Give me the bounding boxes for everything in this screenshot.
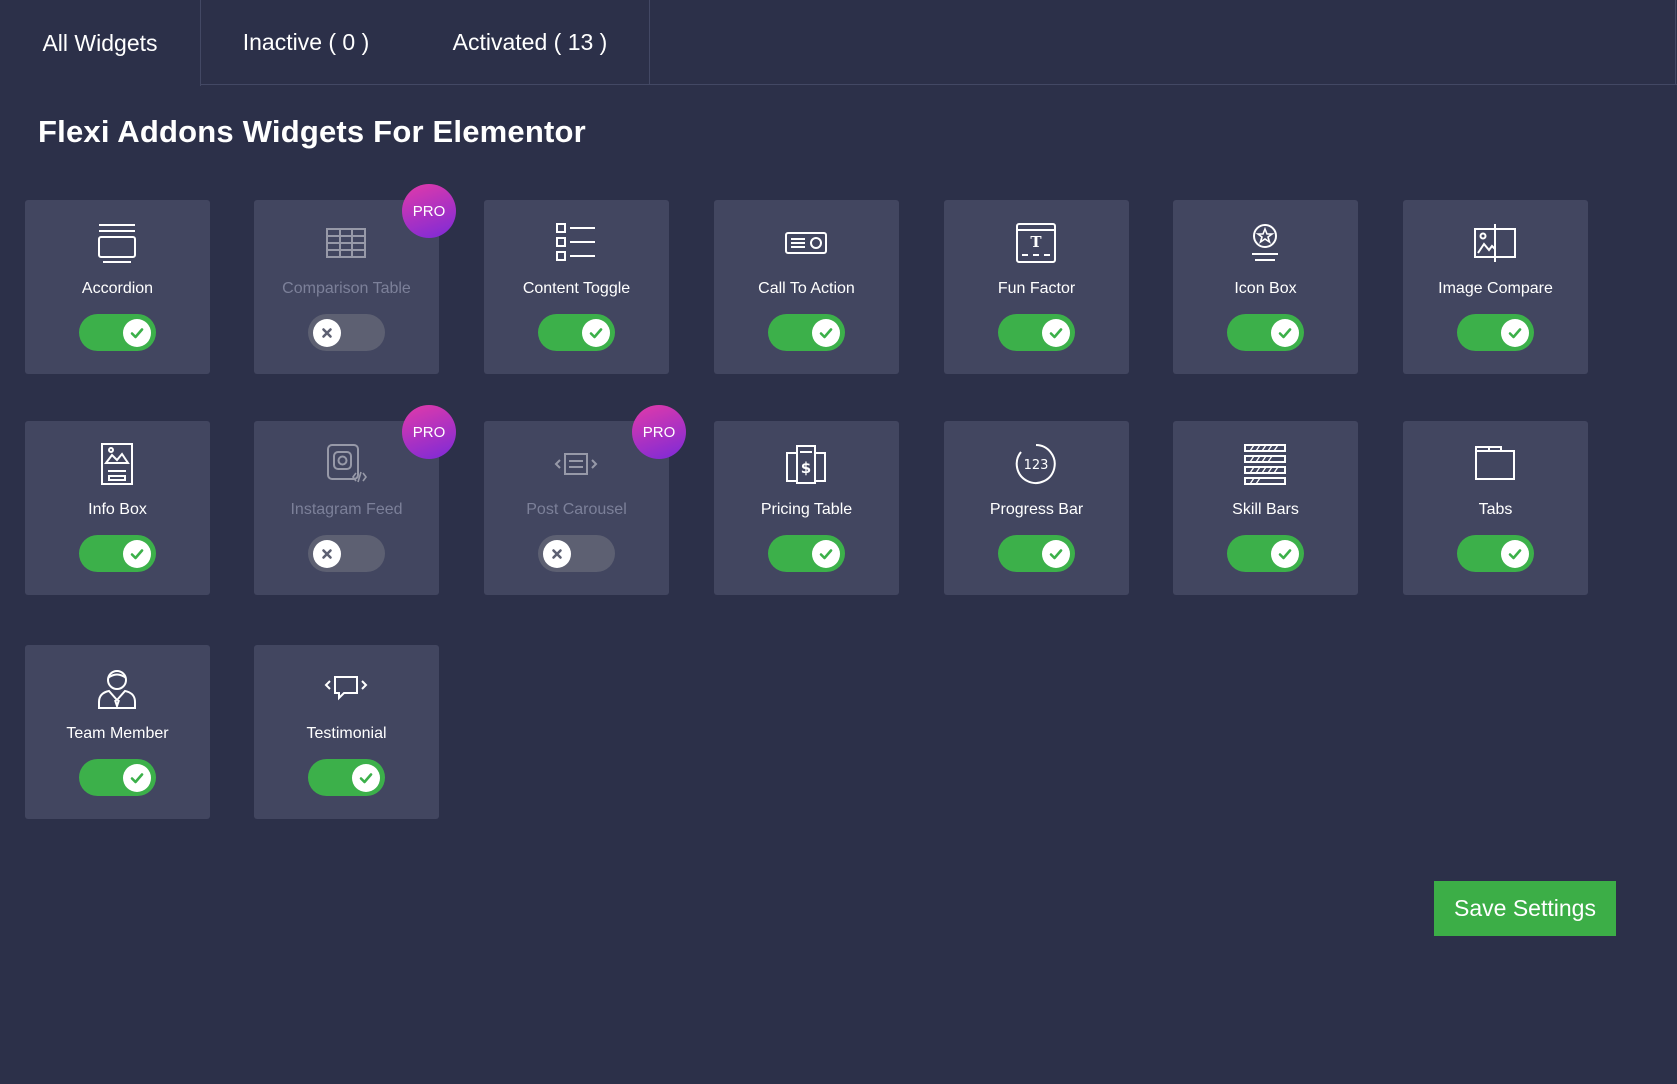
check-icon [130, 549, 144, 560]
pro-badge: PRO [632, 405, 686, 459]
widget-toggle[interactable] [308, 535, 385, 572]
widget-card-skill-bars: Skill Bars [1173, 421, 1358, 595]
x-icon [552, 549, 562, 559]
widget-card-accordion: Accordion [25, 200, 210, 374]
page-title: Flexi Addons Widgets For Elementor [38, 114, 586, 149]
tab-bar-edge [1675, 0, 1676, 85]
widget-label: Testimonial [306, 725, 387, 742]
check-icon [1049, 328, 1063, 339]
check-icon [1278, 328, 1292, 339]
widget-label: Content Toggle [522, 280, 631, 297]
info-box-icon [92, 441, 142, 487]
widget-toggle[interactable] [538, 314, 615, 351]
widget-label: Fun Factor [997, 280, 1076, 297]
widget-label: Accordion [81, 280, 154, 297]
pricing-table-icon: $ [781, 441, 831, 487]
widget-card-call-to-action: Call To Action [714, 200, 899, 374]
widget-card-tabs: Tabs [1403, 421, 1588, 595]
svg-text:T: T [1030, 233, 1042, 251]
instagram-feed-icon [321, 441, 371, 487]
icon-box-icon [1240, 220, 1290, 266]
check-icon [1049, 549, 1063, 560]
testimonial-icon [321, 665, 371, 711]
list-toggle-icon [551, 220, 601, 266]
tab-bar-filler [649, 0, 1677, 85]
pro-badge: PRO [402, 184, 456, 238]
widget-label: Call To Action [758, 280, 855, 297]
check-icon [130, 328, 144, 339]
widget-toggle[interactable] [79, 759, 156, 796]
accordion-icon [92, 220, 142, 266]
widget-card-content-toggle: Content Toggle [484, 200, 669, 374]
widget-label: Progress Bar [989, 501, 1084, 518]
svg-text:123: 123 [1024, 458, 1049, 473]
image-compare-icon [1470, 220, 1520, 266]
tabs-icon [1470, 441, 1520, 487]
widget-toggle[interactable] [768, 535, 845, 572]
table-icon [321, 220, 371, 266]
widget-label: Tabs [1478, 501, 1513, 518]
tab-inactive[interactable]: Inactive ( 0 ) [201, 0, 411, 85]
widget-card-icon-box: Icon Box [1173, 200, 1358, 374]
tab-all-widgets[interactable]: All Widgets [0, 0, 201, 86]
widget-label: Icon Box [1234, 280, 1297, 297]
call-to-action-icon [781, 220, 831, 266]
team-member-icon [92, 665, 142, 711]
check-icon [359, 773, 373, 784]
widget-card-pricing-table: $ Pricing Table [714, 421, 899, 595]
widget-label: Team Member [66, 725, 169, 742]
widget-label: Pricing Table [760, 501, 853, 518]
tab-bar: All Widgets Inactive ( 0 ) Activated ( 1… [0, 0, 1677, 86]
widget-toggle[interactable] [998, 535, 1075, 572]
widget-label: Info Box [88, 501, 147, 518]
save-settings-button[interactable]: Save Settings [1434, 881, 1616, 936]
widget-card-progress-bar: 123 Progress Bar [944, 421, 1129, 595]
svg-text:$: $ [801, 459, 811, 477]
progress-bar-icon: 123 [1011, 441, 1061, 487]
widget-label: Post Carousel [526, 501, 627, 518]
check-icon [819, 549, 833, 560]
widget-label: Instagram Feed [290, 501, 403, 518]
widget-toggle[interactable] [79, 535, 156, 572]
skill-bars-icon [1240, 441, 1290, 487]
widget-toggle[interactable] [308, 759, 385, 796]
check-icon [589, 328, 603, 339]
widget-card-team-member: Team Member [25, 645, 210, 819]
widget-label: Image Compare [1438, 280, 1553, 297]
widget-card-info-box: Info Box [25, 421, 210, 595]
widget-card-fun-factor: T Fun Factor [944, 200, 1129, 374]
widget-card-testimonial: Testimonial [254, 645, 439, 819]
widget-label: Comparison Table [282, 280, 411, 297]
widget-toggle[interactable] [1227, 535, 1304, 572]
check-icon [1278, 549, 1292, 560]
check-icon [1508, 328, 1522, 339]
x-icon [322, 328, 332, 338]
widget-toggle[interactable] [1457, 314, 1534, 351]
widget-card-image-compare: Image Compare [1403, 200, 1588, 374]
widget-toggle[interactable] [1457, 535, 1534, 572]
pro-badge: PRO [402, 405, 456, 459]
widget-toggle[interactable] [1227, 314, 1304, 351]
check-icon [130, 773, 144, 784]
post-carousel-icon [551, 441, 601, 487]
widget-toggle[interactable] [308, 314, 385, 351]
x-icon [322, 549, 332, 559]
widget-toggle[interactable] [79, 314, 156, 351]
check-icon [1508, 549, 1522, 560]
widget-label: Skill Bars [1232, 501, 1299, 518]
tab-activated[interactable]: Activated ( 13 ) [411, 0, 649, 85]
widget-toggle[interactable] [538, 535, 615, 572]
widget-toggle[interactable] [768, 314, 845, 351]
check-icon [819, 328, 833, 339]
widget-toggle[interactable] [998, 314, 1075, 351]
fun-factor-icon: T [1011, 220, 1061, 266]
